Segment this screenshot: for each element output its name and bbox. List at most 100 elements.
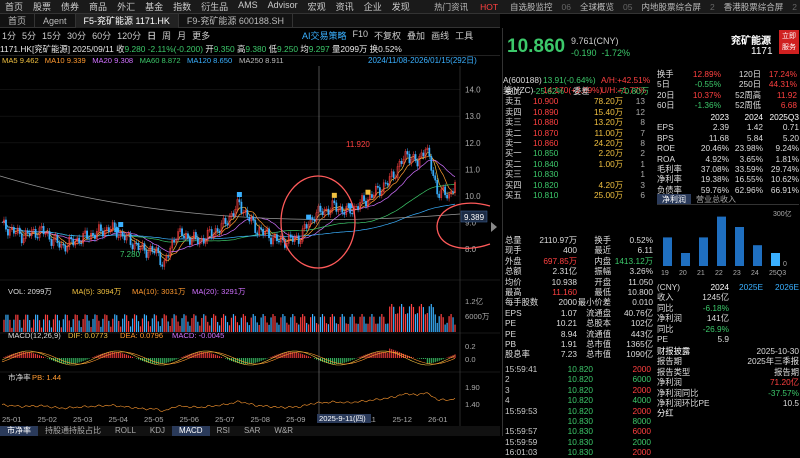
- vol-bar: [298, 325, 299, 332]
- tool-4[interactable]: 画线: [431, 29, 449, 42]
- nav-item-2[interactable]: 债券: [56, 0, 84, 13]
- fin-value: 20.46%: [695, 143, 729, 153]
- nav-item-10[interactable]: 宏观: [303, 0, 331, 13]
- top-link-4[interactable]: 全球概览: [574, 1, 620, 13]
- fin-tab-1[interactable]: 营业总收入: [691, 194, 741, 204]
- candle-body: [423, 153, 424, 156]
- vol-bar: [431, 304, 432, 332]
- tool-3[interactable]: 叠加: [407, 29, 425, 42]
- bar-year-4: 23: [733, 270, 741, 277]
- tab-0[interactable]: Agent: [35, 14, 76, 28]
- vol-bar: [310, 317, 311, 332]
- trade-label: 总股本: [577, 318, 611, 328]
- vol-bar: [122, 319, 123, 332]
- vol-bar: [211, 318, 212, 332]
- period-1[interactable]: 周: [162, 29, 171, 42]
- bid-label: 买三: [505, 169, 533, 179]
- bid-vol: 1.00万: [573, 159, 623, 169]
- period-2[interactable]: 月: [177, 29, 186, 42]
- period2-4[interactable]: 60分: [92, 29, 111, 42]
- nav-item-6[interactable]: 指数: [168, 0, 196, 13]
- ask-vol: 13.20万: [573, 117, 623, 127]
- bid-row-3: 买四10.8204.20万3: [505, 180, 655, 190]
- nav-item-12[interactable]: 企业: [359, 0, 387, 13]
- fin-tab-0[interactable]: 净利润: [657, 194, 691, 204]
- indicator-tab-5[interactable]: RSI: [210, 426, 237, 436]
- indicator-tab-1[interactable]: 持股通持股占比: [38, 426, 108, 436]
- tab-1[interactable]: F5-兖矿能源 1171.HK: [76, 14, 179, 28]
- top-link-7[interactable]: 2: [707, 2, 718, 12]
- nav-item-1[interactable]: 股票: [28, 0, 56, 13]
- range-label: 2024/11/08-2026/01/15(292日): [368, 56, 477, 65]
- top-link-3[interactable]: 06: [559, 2, 574, 12]
- nav-item-3[interactable]: 商品: [84, 0, 112, 13]
- bid-label: 买四: [505, 180, 533, 190]
- bar-year-5: 24: [751, 270, 759, 277]
- macd-bar: [413, 357, 414, 358]
- macd-bar: [168, 358, 169, 362]
- indicator-tab-3[interactable]: KDJ: [143, 426, 172, 436]
- top-link-9[interactable]: 2: [789, 2, 800, 12]
- tick-time: 16:01:03: [505, 447, 549, 457]
- period2-0[interactable]: 1分: [2, 29, 16, 42]
- top-link-2[interactable]: 自选股监控: [504, 1, 559, 13]
- nav-item-5[interactable]: 基金: [140, 0, 168, 13]
- stat-label: 120日: [721, 69, 761, 79]
- bid-row-2: 买三10.8301: [505, 169, 655, 179]
- financial-tabs: 净利润营业总收入: [657, 194, 799, 205]
- top-link-6[interactable]: 内地股票综合屏: [636, 1, 708, 13]
- macd-bar: [431, 358, 432, 363]
- trade-label: 流通值: [577, 329, 611, 339]
- nav-item-4[interactable]: 外汇: [112, 0, 140, 13]
- nav-item-8[interactable]: AMS: [233, 0, 263, 13]
- service-button[interactable]: 立即 服务: [779, 30, 799, 54]
- stat-value: 17.24%: [761, 69, 797, 79]
- vol-bar: [170, 326, 171, 332]
- period2-1[interactable]: 5分: [22, 29, 36, 42]
- period2-2[interactable]: 15分: [42, 29, 61, 42]
- nav-item-0[interactable]: 首页: [0, 0, 28, 13]
- vol-bar: [152, 318, 153, 332]
- indicator-tab-6[interactable]: SAR: [237, 426, 267, 436]
- vol-bar: [144, 314, 145, 332]
- period-0[interactable]: 日: [147, 29, 156, 42]
- tool-2[interactable]: 不复权: [374, 29, 401, 42]
- candle-body: [328, 209, 329, 214]
- candle-body: [387, 183, 388, 185]
- ask-label: 卖五: [505, 96, 533, 106]
- indicator-tab-4[interactable]: MACD: [172, 426, 210, 436]
- report-value: 2025年三季报: [727, 356, 799, 366]
- period2-3[interactable]: 30分: [67, 29, 86, 42]
- top-link-1[interactable]: HOT: [474, 2, 504, 12]
- tool-0[interactable]: AI交易策略: [302, 29, 347, 42]
- period2-5[interactable]: 120分: [117, 29, 141, 42]
- macd-bar: [352, 358, 353, 360]
- nav-item-13[interactable]: 发现: [387, 0, 415, 13]
- indicator-tab-0[interactable]: 市净率: [0, 426, 38, 436]
- indicator-tab-7[interactable]: W&R: [267, 426, 300, 436]
- nav-item-11[interactable]: 资讯: [331, 0, 359, 13]
- top-link-0[interactable]: 热门资讯: [428, 1, 474, 13]
- bid-label: 买一: [505, 148, 533, 158]
- tick-row-6: 15:59:5710.8306000: [505, 426, 655, 436]
- nav-item-7[interactable]: 衍生品: [196, 0, 233, 13]
- tab-2[interactable]: F9-兖矿能源 600188.SH: [179, 14, 293, 28]
- candle-body: [351, 213, 352, 214]
- top-link-5[interactable]: 05: [620, 2, 635, 12]
- bid-price: 10.850: [533, 148, 573, 158]
- tool-1[interactable]: F10: [353, 29, 369, 42]
- vol-bar: [369, 317, 370, 332]
- vol-title: VOL: 2099万: [8, 287, 52, 296]
- kline-chart[interactable]: MA5 9.462MA10 9.339MA20 9.308MA60 8.872M…: [0, 56, 500, 436]
- macd-dif: DIF: 0.0773: [68, 331, 108, 340]
- indicator-tab-2[interactable]: ROLL: [108, 426, 143, 436]
- tool-5[interactable]: 工具: [455, 29, 473, 42]
- nav-item-9[interactable]: Advisor: [263, 0, 303, 13]
- fin-value: 3.65%: [729, 154, 763, 164]
- home-tab[interactable]: 首页: [0, 14, 35, 28]
- collapse-arrow-icon[interactable]: [491, 222, 497, 232]
- period-3[interactable]: 更多: [192, 29, 210, 42]
- bar-y2: 0: [783, 261, 787, 268]
- top-link-8[interactable]: 香港股票综合屏: [718, 1, 790, 13]
- hkex-row: [503, 65, 653, 75]
